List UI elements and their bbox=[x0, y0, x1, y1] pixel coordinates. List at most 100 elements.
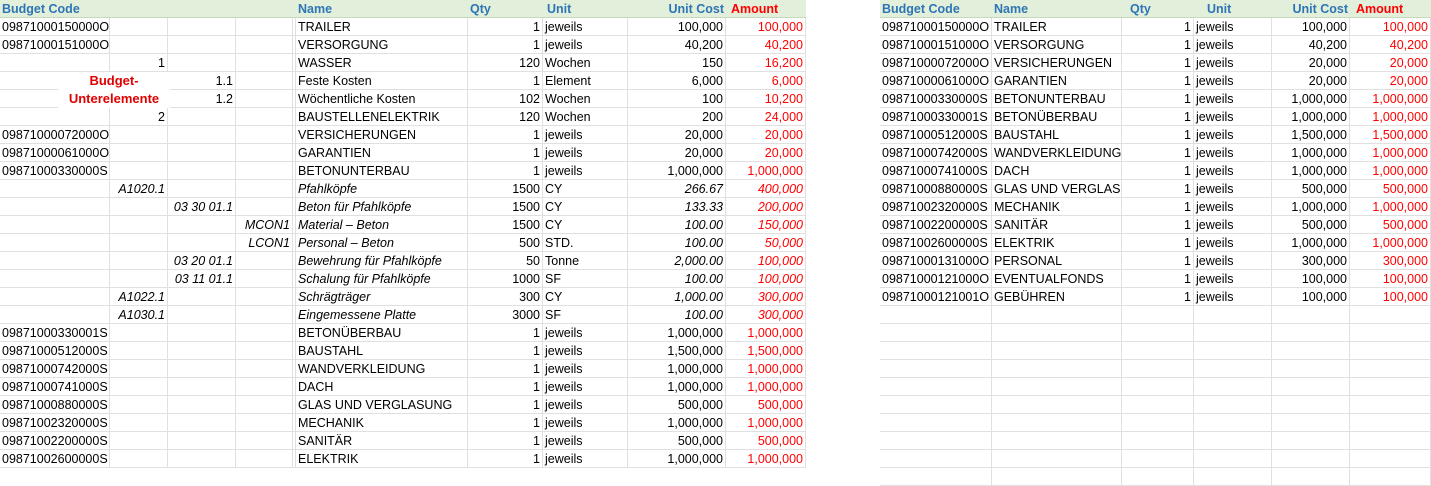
unit-cost-cell[interactable]: 1,000,000 bbox=[1272, 108, 1350, 126]
level1-cell[interactable] bbox=[110, 378, 168, 396]
budget-code-cell[interactable]: 09871000121000O bbox=[880, 270, 992, 288]
unit-cell[interactable]: jeweils bbox=[543, 126, 628, 144]
level2-cell[interactable] bbox=[168, 324, 236, 342]
qty-cell[interactable]: 1 bbox=[1122, 36, 1194, 54]
qty-cell[interactable]: 1 bbox=[468, 342, 543, 360]
empty-cell[interactable] bbox=[1194, 432, 1272, 450]
amount-cell[interactable]: 100,000 bbox=[1350, 288, 1431, 306]
unit-cost-cell[interactable]: 500,000 bbox=[1272, 216, 1350, 234]
unit-cell[interactable]: jeweils bbox=[1194, 54, 1272, 72]
unit-cell[interactable]: STD. bbox=[543, 234, 628, 252]
budget-code-cell[interactable] bbox=[0, 270, 110, 288]
amount-cell[interactable]: 16,200 bbox=[726, 54, 806, 72]
level3-cell[interactable] bbox=[236, 108, 293, 126]
empty-cell[interactable] bbox=[1272, 432, 1350, 450]
level2-cell[interactable] bbox=[168, 360, 236, 378]
name-cell[interactable]: BETONÜBERBAU bbox=[992, 108, 1122, 126]
name-cell[interactable]: VERSORGUNG bbox=[296, 36, 468, 54]
qty-cell[interactable]: 102 bbox=[468, 90, 543, 108]
empty-cell[interactable] bbox=[1122, 378, 1194, 396]
empty-cell[interactable] bbox=[1272, 342, 1350, 360]
level1-cell[interactable] bbox=[110, 270, 168, 288]
level1-cell[interactable] bbox=[110, 324, 168, 342]
unit-cell[interactable]: SF bbox=[543, 270, 628, 288]
qty-cell[interactable]: 1 bbox=[1122, 180, 1194, 198]
level1-cell[interactable] bbox=[110, 432, 168, 450]
qty-cell[interactable]: 1 bbox=[468, 144, 543, 162]
empty-cell[interactable] bbox=[1194, 468, 1272, 486]
header-name[interactable]: Name bbox=[296, 0, 468, 18]
qty-cell[interactable]: 1 bbox=[1122, 18, 1194, 36]
level1-cell[interactable]: A1020.1 bbox=[110, 180, 168, 198]
amount-cell[interactable]: 1,000,000 bbox=[726, 414, 806, 432]
level3-cell[interactable] bbox=[236, 126, 293, 144]
budget-code-cell[interactable] bbox=[0, 108, 110, 126]
qty-cell[interactable]: 1 bbox=[1122, 108, 1194, 126]
empty-cell[interactable] bbox=[1122, 396, 1194, 414]
empty-cell[interactable] bbox=[880, 432, 992, 450]
unit-cell[interactable]: jeweils bbox=[543, 432, 628, 450]
name-cell[interactable]: Bewehrung für Pfahlköpfe bbox=[296, 252, 468, 270]
unit-cell[interactable]: Element bbox=[543, 72, 628, 90]
empty-cell[interactable] bbox=[1122, 360, 1194, 378]
unit-cost-cell[interactable]: 100.00 bbox=[628, 270, 726, 288]
qty-cell[interactable]: 1 bbox=[468, 378, 543, 396]
budget-code-cell[interactable]: 09871002600000S bbox=[0, 450, 110, 468]
header-amount-right[interactable]: Amount bbox=[1350, 0, 1431, 18]
header-unit-cost-right[interactable]: Unit Cost bbox=[1272, 0, 1350, 18]
unit-cell[interactable]: Tonne bbox=[543, 252, 628, 270]
budget-code-cell[interactable] bbox=[0, 198, 110, 216]
name-cell[interactable]: DACH bbox=[992, 162, 1122, 180]
budget-code-cell[interactable]: 09871000512000S bbox=[880, 126, 992, 144]
unit-cost-cell[interactable]: 200 bbox=[628, 108, 726, 126]
unit-cost-cell[interactable]: 40,200 bbox=[628, 36, 726, 54]
qty-cell[interactable]: 1 bbox=[1122, 270, 1194, 288]
budget-code-cell[interactable]: 09871000131000O bbox=[880, 252, 992, 270]
name-cell[interactable]: VERSICHERUNGEN bbox=[296, 126, 468, 144]
qty-cell[interactable]: 3000 bbox=[468, 306, 543, 324]
qty-cell[interactable]: 1 bbox=[1122, 216, 1194, 234]
level3-cell[interactable] bbox=[236, 288, 293, 306]
level2-cell[interactable] bbox=[168, 234, 236, 252]
empty-cell[interactable] bbox=[1122, 468, 1194, 486]
level1-cell[interactable] bbox=[110, 360, 168, 378]
name-cell[interactable]: MECHANIK bbox=[992, 198, 1122, 216]
empty-cell[interactable] bbox=[1350, 414, 1431, 432]
level2-cell[interactable] bbox=[168, 162, 236, 180]
budget-code-cell[interactable]: 09871000742000S bbox=[0, 360, 110, 378]
budget-code-cell[interactable]: 09871000880000S bbox=[880, 180, 992, 198]
unit-cell[interactable]: Wochen bbox=[543, 108, 628, 126]
name-cell[interactable]: Pfahlköpfe bbox=[296, 180, 468, 198]
empty-cell[interactable] bbox=[1272, 378, 1350, 396]
amount-cell[interactable]: 1,000,000 bbox=[1350, 90, 1431, 108]
budget-code-cell[interactable]: 09871000330000S bbox=[880, 90, 992, 108]
qty-cell[interactable]: 1 bbox=[468, 72, 543, 90]
level2-cell[interactable] bbox=[168, 180, 236, 198]
level2-cell[interactable] bbox=[168, 18, 236, 36]
amount-cell[interactable]: 1,000,000 bbox=[1350, 162, 1431, 180]
unit-cell[interactable]: jeweils bbox=[1194, 162, 1272, 180]
budget-code-cell[interactable]: 09871002320000S bbox=[0, 414, 110, 432]
name-cell[interactable]: SANITÄR bbox=[992, 216, 1122, 234]
unit-cell[interactable]: SF bbox=[543, 306, 628, 324]
qty-cell[interactable]: 500 bbox=[468, 234, 543, 252]
qty-cell[interactable]: 1 bbox=[1122, 54, 1194, 72]
qty-cell[interactable]: 1500 bbox=[468, 216, 543, 234]
amount-cell[interactable]: 1,000,000 bbox=[1350, 144, 1431, 162]
level3-cell[interactable] bbox=[236, 306, 293, 324]
header-budget-code-right[interactable]: Budget Code bbox=[880, 0, 992, 18]
name-cell[interactable]: GEBÜHREN bbox=[992, 288, 1122, 306]
qty-cell[interactable]: 1500 bbox=[468, 180, 543, 198]
header-unit[interactable]: Unit bbox=[543, 0, 628, 18]
empty-cell[interactable] bbox=[992, 360, 1122, 378]
unit-cost-cell[interactable]: 100,000 bbox=[1272, 288, 1350, 306]
name-cell[interactable]: WANDVERKLEIDUNG bbox=[296, 360, 468, 378]
budget-code-cell[interactable] bbox=[0, 216, 110, 234]
budget-code-cell[interactable] bbox=[0, 234, 110, 252]
name-cell[interactable]: VERSORGUNG bbox=[992, 36, 1122, 54]
qty-cell[interactable]: 1 bbox=[1122, 90, 1194, 108]
name-cell[interactable]: GARANTIEN bbox=[296, 144, 468, 162]
header-qty[interactable]: Qty bbox=[468, 0, 543, 18]
qty-cell[interactable]: 1 bbox=[468, 324, 543, 342]
header-unit-right[interactable]: Unit bbox=[1194, 0, 1272, 18]
